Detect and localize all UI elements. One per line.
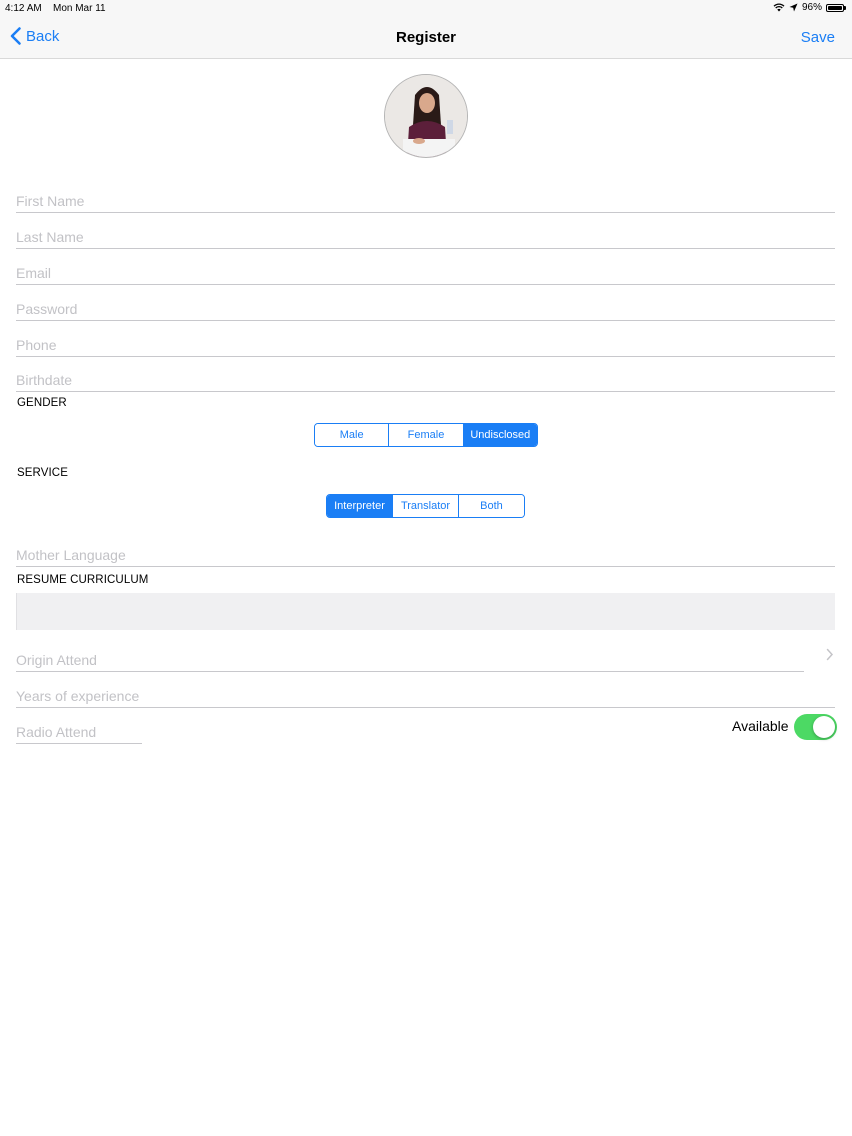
first-name-input[interactable] <box>16 183 835 212</box>
service-option-both[interactable]: Both <box>459 495 524 517</box>
password-field[interactable] <box>16 291 835 321</box>
gender-segmented-control: Male Female Undisclosed <box>314 423 538 447</box>
navigation-bar: Back Register Save <box>0 18 852 59</box>
wifi-icon <box>773 3 785 12</box>
resume-text-area[interactable] <box>16 593 835 630</box>
gender-option-female[interactable]: Female <box>389 424 464 446</box>
gender-option-male[interactable]: Male <box>315 424 390 446</box>
status-time: 4:12 AM <box>5 3 42 14</box>
first-name-field[interactable] <box>16 183 835 213</box>
location-arrow-icon <box>789 3 798 12</box>
chevron-right-icon[interactable] <box>826 648 834 661</box>
email-field[interactable] <box>16 255 835 285</box>
last-name-input[interactable] <box>16 219 835 248</box>
resume-label: RESUME CURRICULUM <box>17 574 149 586</box>
last-name-field[interactable] <box>16 219 835 249</box>
years-experience-field[interactable] <box>16 678 835 708</box>
phone-field[interactable] <box>16 327 835 357</box>
profile-photo-image <box>385 75 467 157</box>
service-option-interpreter[interactable]: Interpreter <box>327 495 393 517</box>
toggle-knob <box>813 716 835 738</box>
save-button[interactable]: Save <box>801 29 835 46</box>
mother-language-input[interactable] <box>16 537 835 566</box>
phone-input[interactable] <box>16 327 835 356</box>
years-experience-input[interactable] <box>16 678 835 707</box>
available-label: Available <box>732 718 789 734</box>
mother-language-field[interactable] <box>16 537 835 567</box>
email-input[interactable] <box>16 255 835 284</box>
service-segmented-control: Interpreter Translator Both <box>326 494 525 518</box>
birthdate-field[interactable] <box>16 362 835 392</box>
origin-attend-input[interactable] <box>16 642 804 671</box>
password-input[interactable] <box>16 291 835 320</box>
status-date: Mon Mar 11 <box>53 3 106 14</box>
page-title: Register <box>395 29 457 46</box>
profile-photo[interactable] <box>384 74 468 158</box>
radio-attend-input[interactable] <box>16 714 142 743</box>
birthdate-input[interactable] <box>16 362 835 391</box>
battery-percent: 96% <box>801 2 822 13</box>
gender-label: GENDER <box>17 397 67 409</box>
origin-attend-field[interactable] <box>16 642 804 672</box>
available-toggle[interactable] <box>794 714 837 740</box>
status-bar: 4:12 AM Mon Mar 11 96% <box>0 0 852 18</box>
battery-icon <box>826 3 846 12</box>
status-right: 96% <box>773 2 846 13</box>
service-label: SERVICE <box>17 467 68 479</box>
service-option-translator[interactable]: Translator <box>393 495 459 517</box>
gender-option-undisclosed[interactable]: Undisclosed <box>463 424 537 446</box>
radio-attend-field[interactable] <box>16 714 142 744</box>
